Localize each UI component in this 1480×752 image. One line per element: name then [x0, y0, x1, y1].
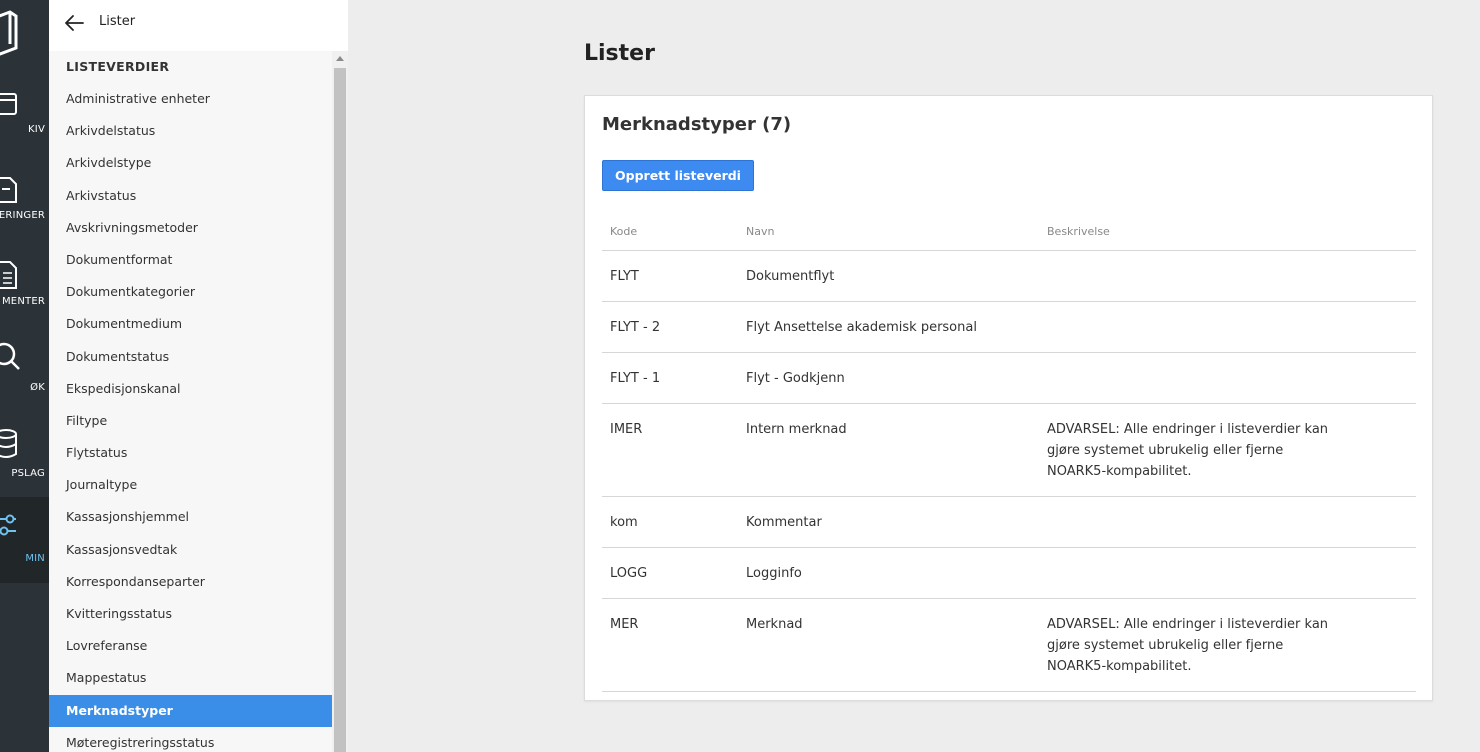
table-row[interactable]: FLYT - 2 Flyt Ansettelse akademisk perso… [602, 301, 1416, 353]
folder-register-icon [0, 177, 17, 203]
sidebar-item[interactable]: Lovreferanse [49, 630, 332, 662]
cell-navn: Dokumentflyt [738, 250, 1039, 302]
sidebar-item[interactable]: Korrespondanseparter [49, 566, 332, 598]
sidebar-scrollbar[interactable] [332, 51, 348, 752]
sidebar-item[interactable]: Administrative enheter [49, 83, 332, 115]
cell-beskrivelse: ADVARSEL: Alle endringer i listeverdier … [1039, 598, 1416, 692]
archive-box-icon [0, 93, 17, 115]
cell-beskrivelse [1039, 352, 1416, 404]
sidebar-item-active[interactable]: Merknadstyper [49, 694, 332, 727]
sidebar-item[interactable]: Kvitteringsstatus [49, 598, 332, 630]
cell-kode: IMER [602, 403, 738, 497]
card-title: Merknadstyper (7) [602, 114, 792, 135]
cell-kode: FLYT - 1 [602, 352, 738, 404]
cell-navn: Kommentar [738, 496, 1039, 548]
cell-beskrivelse: ADVARSEL: Alle endringer i listeverdier … [1039, 403, 1416, 497]
column-header-navn[interactable]: Navn [738, 214, 1039, 251]
cell-navn: Logginfo [738, 547, 1039, 599]
cell-kode: LOGG [602, 547, 738, 599]
rail-label: MENTER [1, 296, 45, 307]
archive-box-icon [0, 10, 18, 56]
rail-item-admin[interactable]: MIN [0, 497, 49, 583]
table-row[interactable]: LOGG Logginfo [602, 547, 1416, 599]
sidebar-item[interactable]: Kassasjonshjemmel [49, 501, 332, 533]
search-icon [0, 342, 20, 370]
cell-kode: kom [602, 496, 738, 548]
rail-item-sok[interactable]: ØK [0, 342, 49, 430]
create-list-value-button[interactable]: Opprett listeverdi [602, 160, 754, 191]
document-icon [0, 261, 17, 289]
sidebar-item[interactable]: Dokumentkategorier [49, 276, 332, 308]
sidebar-item[interactable]: Journaltype [49, 469, 332, 501]
sidebar-item[interactable]: Arkivdelstype [49, 147, 332, 179]
sidebar-item[interactable]: Filtype [49, 405, 332, 437]
table-row[interactable]: FLYT Dokumentflyt [602, 250, 1416, 302]
scroll-up-arrow-icon[interactable] [336, 56, 344, 61]
cell-kode: FLYT [602, 250, 738, 302]
cell-navn: Intern merknad [738, 403, 1039, 497]
cell-kode: MER [602, 598, 738, 692]
column-header-beskrivelse[interactable]: Beskrivelse [1039, 214, 1416, 251]
cell-beskrivelse [1039, 250, 1416, 302]
arrow-left-icon[interactable] [64, 14, 84, 32]
table-row[interactable]: IMER Intern merknad ADVARSEL: Alle endri… [602, 403, 1416, 497]
rail-item-arkiv[interactable] [0, 0, 49, 86]
sidebar-title: Lister [99, 14, 136, 29]
cell-kode: FLYT - 2 [602, 301, 738, 353]
sidebar-list: LISTEVERDIER Administrative enheter Arki… [49, 51, 332, 752]
sidebar-item[interactable]: Flytstatus [49, 437, 332, 469]
sidebar-item[interactable]: Dokumentstatus [49, 341, 332, 373]
sidebar-item[interactable]: Ekspedisjonskanal [49, 373, 332, 405]
sidebar-item[interactable]: Kassasjonsvedtak [49, 534, 332, 566]
list-card: Merknadstyper (7) Opprett listeverdi Kod… [584, 95, 1433, 701]
rail-label: PSLAG [11, 468, 45, 479]
cell-navn: Flyt Ansettelse akademisk personal [738, 301, 1039, 353]
sidebar-item[interactable]: Mappestatus [49, 662, 332, 694]
sidebar-item[interactable]: Arkivdelstatus [49, 115, 332, 147]
sidebar-item[interactable]: Avskrivningsmetoder [49, 212, 332, 244]
cell-beskrivelse [1039, 496, 1416, 548]
sidebar-item[interactable]: Dokumentmedium [49, 308, 332, 340]
table-header-row: Kode Navn Beskrivelse [602, 214, 1416, 251]
sidebar-item[interactable]: Dokumentformat [49, 244, 332, 276]
rail-label: ØK [30, 382, 45, 393]
rail-item-kiv[interactable]: KIV [0, 86, 49, 172]
rail-label: ERINGER [0, 210, 45, 221]
cell-navn: Flyt - Godkjenn [738, 352, 1039, 404]
cell-navn: Merknad [738, 598, 1039, 692]
database-icon [0, 429, 17, 458]
sidebar-header: Lister [49, 0, 348, 51]
sidebar-item[interactable]: Møteregistreringsstatus [49, 727, 332, 752]
cell-beskrivelse [1039, 301, 1416, 353]
table-row[interactable]: FLYT - 1 Flyt - Godkjenn [602, 352, 1416, 404]
rail-label: MIN [25, 553, 45, 564]
rail-label: KIV [28, 124, 45, 135]
scrollbar-thumb[interactable] [334, 68, 346, 752]
rail-item-registreringer[interactable]: ERINGER [0, 172, 49, 258]
rail-item-dokumenter[interactable]: MENTER [0, 258, 49, 344]
main-nav-rail: KIV ERINGER MENTER ØK PSLAG MIN [0, 0, 49, 752]
cell-beskrivelse [1039, 547, 1416, 599]
sidebar-item[interactable]: Arkivstatus [49, 180, 332, 212]
sidebar-section-heading: LISTEVERDIER [66, 59, 170, 74]
sliders-icon [0, 514, 16, 536]
lists-sidebar: Lister LISTEVERDIER Administrative enhet… [49, 0, 348, 752]
column-header-kode[interactable]: Kode [602, 214, 738, 251]
list-values-table: Kode Navn Beskrivelse FLYT Dokumentflyt … [602, 214, 1416, 692]
table-row[interactable]: kom Kommentar [602, 496, 1416, 548]
page-title: Lister [584, 41, 655, 66]
table-row[interactable]: MER Merknad ADVARSEL: Alle endringer i l… [602, 598, 1416, 692]
